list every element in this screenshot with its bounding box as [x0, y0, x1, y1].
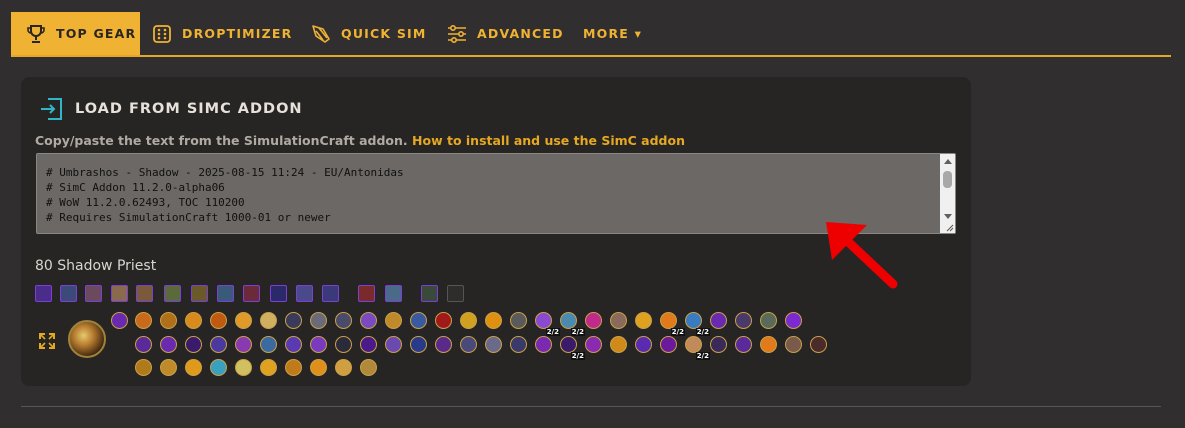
red-arrow-annotation [826, 222, 898, 289]
section-divider [21, 406, 1161, 407]
